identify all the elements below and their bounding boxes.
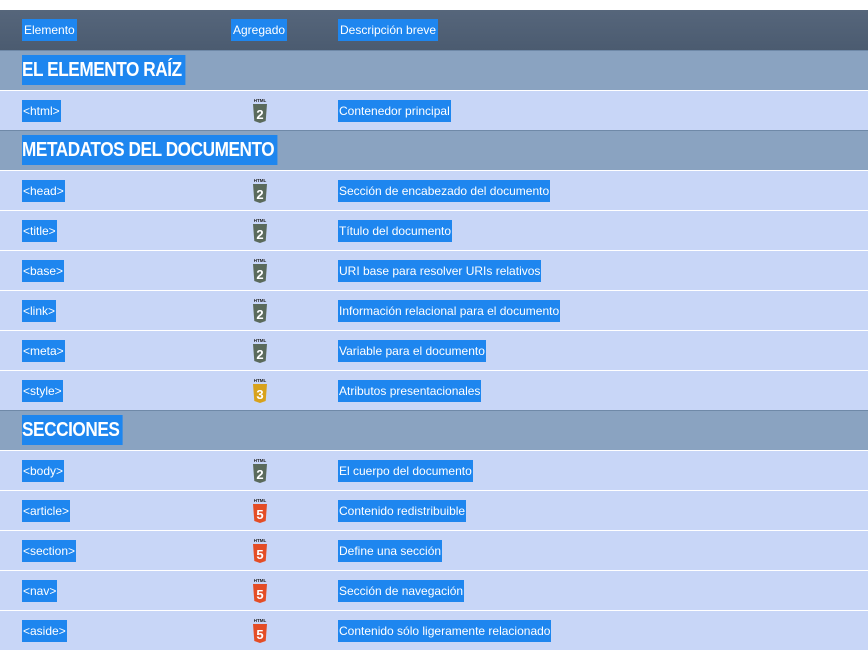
badge-version-number: 2 — [256, 187, 263, 202]
table-row: <html> HTML 2 Contenedor principal — [0, 90, 868, 130]
badge-version-number: 2 — [256, 267, 263, 282]
table-row: <base> HTML 2 URI base para resolver URIs r… — [0, 250, 868, 290]
badge-version-number: 3 — [256, 387, 263, 402]
header-description: Descripción breve — [338, 19, 439, 41]
svg-text:HTML: HTML — [254, 538, 267, 543]
element-description: URI base para resolver URIs relativos — [338, 260, 542, 282]
elements-table: Elemento Agregado Descripción breve EL E… — [0, 10, 868, 650]
element-description: Sección de encabezado del documento — [338, 180, 551, 202]
html-version-badge-icon: HTML 5 — [253, 538, 267, 563]
element-description: El cuerpo del documento — [338, 460, 473, 482]
element-name: <link> — [22, 300, 57, 322]
header-added: Agregado — [231, 19, 288, 41]
element-description: Atributos presentacionales — [338, 380, 482, 402]
html-version-badge-icon: HTML 2 — [253, 178, 267, 203]
element-name: <body> — [22, 460, 65, 482]
svg-text:HTML: HTML — [254, 458, 267, 463]
element-description: Contenido redistribuible — [338, 500, 467, 522]
table-row: <nav> HTML 5 Sección de navegación — [0, 570, 868, 610]
element-description: Información relacional para el documento — [338, 300, 561, 322]
table-row: <head> HTML 2 Sección de encabezado del doc… — [0, 170, 868, 210]
html-version-badge-icon: HTML 3 — [253, 378, 267, 403]
section-title: METADATOS DEL DOCUMENTO — [22, 135, 278, 165]
header-element: Elemento — [22, 19, 77, 41]
svg-text:HTML: HTML — [254, 498, 267, 503]
svg-text:HTML: HTML — [254, 618, 267, 623]
section-title: SECCIONES — [22, 415, 123, 445]
table-header: Elemento Agregado Descripción breve — [0, 10, 868, 50]
element-name: <style> — [22, 380, 63, 402]
table-row: <aside> HTML 5 Contenido sólo ligeramente r… — [0, 610, 868, 650]
section-title: EL ELEMENTO RAÍZ — [22, 55, 186, 85]
badge-version-number: 5 — [256, 627, 263, 642]
element-description: Define una sección — [338, 540, 443, 562]
svg-text:HTML: HTML — [254, 98, 267, 103]
section-header: METADATOS DEL DOCUMENTO — [0, 130, 868, 170]
svg-text:HTML: HTML — [254, 378, 267, 383]
element-name: <section> — [22, 540, 77, 562]
element-description: Contenedor principal — [338, 100, 451, 122]
html-version-badge-icon: HTML 2 — [253, 458, 267, 483]
html-version-badge-icon: HTML 2 — [253, 98, 267, 123]
svg-text:HTML: HTML — [254, 218, 267, 223]
element-name: <head> — [22, 180, 65, 202]
element-name: <aside> — [22, 620, 67, 642]
html-version-badge-icon: HTML 5 — [253, 578, 267, 603]
html-version-badge-icon: HTML 5 — [253, 498, 267, 523]
html-version-badge-icon: HTML 2 — [253, 218, 267, 243]
svg-text:HTML: HTML — [254, 338, 267, 343]
element-name: <base> — [22, 260, 65, 282]
badge-version-number: 2 — [256, 227, 263, 242]
badge-version-number: 2 — [256, 347, 263, 362]
html-version-badge-icon: HTML 2 — [253, 338, 267, 363]
table-row: <title> HTML 2 Título del documento — [0, 210, 868, 250]
badge-version-number: 2 — [256, 107, 263, 122]
table-row: <meta> HTML 2 Variable para el documento — [0, 330, 868, 370]
badge-version-number: 5 — [256, 587, 263, 602]
html-version-badge-icon: HTML 5 — [253, 618, 267, 643]
svg-text:HTML: HTML — [254, 178, 267, 183]
element-name: <title> — [22, 220, 57, 242]
badge-version-number: 2 — [256, 307, 263, 322]
svg-text:HTML: HTML — [254, 298, 267, 303]
table-body: EL ELEMENTO RAÍZ <html> HTML 2 Contenedor pr… — [0, 50, 868, 650]
element-name: <article> — [22, 500, 71, 522]
element-name: <nav> — [22, 580, 58, 602]
badge-version-number: 5 — [256, 547, 263, 562]
table-row: <body> HTML 2 El cuerpo del documento — [0, 450, 868, 490]
section-header: EL ELEMENTO RAÍZ — [0, 50, 868, 90]
svg-text:HTML: HTML — [254, 578, 267, 583]
element-name: <meta> — [22, 340, 65, 362]
table-row: <link> HTML 2 Información relacional para e… — [0, 290, 868, 330]
badge-version-number: 2 — [256, 467, 263, 482]
table-row: <article> HTML 5 Contenido redistribuible — [0, 490, 868, 530]
element-description: Título del documento — [338, 220, 453, 242]
badge-version-number: 5 — [256, 507, 263, 522]
svg-text:HTML: HTML — [254, 258, 267, 263]
html-version-badge-icon: HTML 2 — [253, 298, 267, 323]
element-description: Sección de navegación — [338, 580, 465, 602]
element-description: Variable para el documento — [338, 340, 486, 362]
table-row: <style> HTML 3 Atributos presentacionales — [0, 370, 868, 410]
element-description: Contenido sólo ligeramente relacionado — [338, 620, 552, 642]
table-row: <section> HTML 5 Define una sección — [0, 530, 868, 570]
section-header: SECCIONES — [0, 410, 868, 450]
html-version-badge-icon: HTML 2 — [253, 258, 267, 283]
element-name: <html> — [22, 100, 61, 122]
